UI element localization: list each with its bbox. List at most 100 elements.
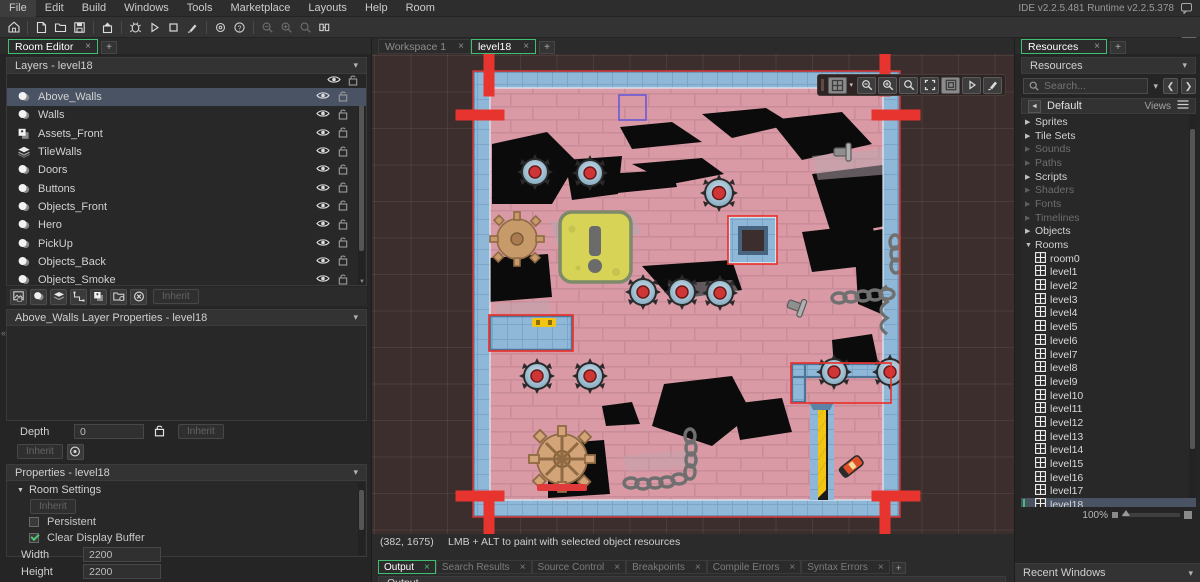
- lock-icon[interactable]: [338, 145, 348, 160]
- home-icon[interactable]: [5, 19, 22, 36]
- close-icon[interactable]: ×: [458, 41, 464, 52]
- chevron-right-icon[interactable]: ▶: [1025, 118, 1035, 126]
- zoom-out-icon[interactable]: [259, 19, 276, 36]
- tree-node-rooms[interactable]: ▼ Rooms: [1021, 238, 1196, 252]
- resource-view-selector[interactable]: ◄ Default Views: [1021, 98, 1196, 114]
- chevron-right-icon[interactable]: ▶: [1025, 132, 1035, 140]
- resource-room-level6[interactable]: level6: [1021, 333, 1196, 348]
- eye-icon[interactable]: [316, 219, 330, 231]
- eye-icon[interactable]: [316, 128, 330, 140]
- add-tile-layer-icon[interactable]: [50, 288, 67, 305]
- play-icon[interactable]: [146, 19, 163, 36]
- search-input[interactable]: [1044, 80, 1140, 92]
- tree-node-tile-sets[interactable]: ▶ Tile Sets: [1021, 129, 1196, 143]
- eye-icon[interactable]: [316, 256, 330, 268]
- eye-icon[interactable]: [327, 75, 341, 87]
- open-folder-icon[interactable]: [52, 19, 69, 36]
- chevron-right-icon[interactable]: ▶: [1025, 145, 1035, 153]
- resource-room-level1[interactable]: level1: [1021, 265, 1196, 280]
- chevron-down-icon[interactable]: ▾: [849, 81, 853, 89]
- resource-room-level9[interactable]: level9: [1021, 374, 1196, 389]
- menu-item-build[interactable]: Build: [73, 0, 115, 17]
- resource-room-level3[interactable]: level3: [1021, 292, 1196, 307]
- add-folder-icon[interactable]: [110, 288, 127, 305]
- chevron-right-icon[interactable]: ▶: [1025, 200, 1035, 208]
- chevron-right-icon[interactable]: ▶: [1025, 159, 1035, 167]
- tab-resources[interactable]: Resources ×: [1021, 39, 1107, 54]
- fullscreen-icon[interactable]: [920, 76, 939, 94]
- depth-input[interactable]: 0: [74, 424, 144, 439]
- add-background-layer-icon[interactable]: [10, 288, 27, 305]
- room-settings-group[interactable]: ▼ Room Settings: [7, 481, 366, 496]
- close-icon[interactable]: ×: [695, 562, 701, 573]
- resource-room-level7[interactable]: level7: [1021, 347, 1196, 362]
- close-icon[interactable]: ×: [85, 41, 91, 52]
- chevron-down-icon[interactable]: ▾: [1153, 81, 1158, 92]
- zoom-slider-knob[interactable]: [1122, 510, 1130, 516]
- resource-room-level11[interactable]: level11: [1021, 402, 1196, 416]
- grid-icon[interactable]: [828, 76, 848, 94]
- menu-item-windows[interactable]: Windows: [115, 0, 178, 17]
- tab-breakpoints[interactable]: Breakpoints ×: [626, 560, 707, 574]
- tab-output[interactable]: Output ×: [378, 560, 436, 574]
- save-all-icon[interactable]: [99, 19, 116, 36]
- room-settings-inherit-button[interactable]: Inherit: [30, 499, 76, 514]
- layer-properties-header[interactable]: Above_Walls Layer Properties - level18 ▾: [6, 309, 367, 326]
- menu-item-room[interactable]: Room: [397, 0, 444, 17]
- menu-item-layouts[interactable]: Layouts: [299, 0, 356, 17]
- layer-inherit-button[interactable]: Inherit: [153, 289, 199, 304]
- resource-room-level5[interactable]: level5: [1021, 320, 1196, 334]
- close-icon[interactable]: ×: [614, 562, 620, 573]
- tree-node-timelines[interactable]: ▶ Timelines: [1021, 211, 1196, 225]
- tab-room-editor[interactable]: Room Editor ×: [8, 39, 98, 54]
- clear-buffer-row[interactable]: Clear Display Buffer: [7, 530, 366, 546]
- resource-room-level4[interactable]: level4: [1021, 306, 1196, 321]
- new-file-icon[interactable]: [33, 19, 50, 36]
- layer-row-objects_back[interactable]: Objects_Back: [7, 253, 366, 271]
- chevron-down-icon[interactable]: ▾: [353, 312, 358, 323]
- depth-inherit-button[interactable]: Inherit: [178, 424, 224, 439]
- eye-icon[interactable]: [316, 183, 330, 195]
- persistent-row[interactable]: Persistent: [7, 514, 366, 530]
- tree-node-sprites[interactable]: ▶ Sprites: [1021, 115, 1196, 129]
- lock-icon[interactable]: [338, 199, 348, 214]
- layer-row-walls[interactable]: Walls: [7, 106, 366, 124]
- room-settings-scrollbar[interactable]: [358, 482, 365, 555]
- tab-level18[interactable]: level18 ×: [470, 39, 537, 54]
- close-icon[interactable]: ×: [789, 562, 795, 573]
- tree-node-objects[interactable]: ▶ Objects: [1021, 225, 1196, 239]
- eye-icon[interactable]: [316, 164, 330, 176]
- tree-node-scripts[interactable]: ▶ Scripts: [1021, 170, 1196, 184]
- view-prev-icon[interactable]: ◄: [1028, 99, 1041, 113]
- zoom-out-icon[interactable]: [857, 76, 876, 94]
- width-input[interactable]: 2200: [83, 547, 161, 562]
- zoom-in-icon[interactable]: [278, 19, 295, 36]
- tab-compile-errors[interactable]: Compile Errors ×: [706, 560, 802, 574]
- chevron-right-icon[interactable]: ▶: [1025, 186, 1035, 194]
- nav-back-button[interactable]: ❮: [1163, 78, 1178, 94]
- chevron-right-icon[interactable]: ▶: [1025, 173, 1035, 181]
- tree-node-sounds[interactable]: ▶ Sounds: [1021, 142, 1196, 156]
- resource-room-level14[interactable]: level14: [1021, 443, 1196, 458]
- add-workspace-button[interactable]: +: [539, 41, 556, 54]
- menu-item-edit[interactable]: Edit: [36, 0, 73, 17]
- layer-row-objects_front[interactable]: Objects_Front: [7, 198, 366, 216]
- add-tab-button[interactable]: +: [1110, 41, 1126, 54]
- clear-display-buffer-checkbox[interactable]: [29, 533, 39, 543]
- chevron-down-icon[interactable]: ▼: [1025, 242, 1035, 249]
- zoom-slider[interactable]: [1122, 510, 1180, 517]
- chevron-down-icon[interactable]: ▾: [1182, 60, 1187, 71]
- room-bounds-icon[interactable]: [941, 76, 960, 94]
- menu-item-marketplace[interactable]: Marketplace: [221, 0, 299, 17]
- toolbar-grip[interactable]: [821, 79, 825, 91]
- properties-header[interactable]: Properties - level18 ▾: [6, 464, 367, 481]
- chevron-right-icon[interactable]: ▶: [1025, 214, 1035, 222]
- zoom-reset-icon[interactable]: [297, 19, 314, 36]
- layer-row-objects_smoke[interactable]: Objects_Smoke: [7, 271, 366, 285]
- resource-room-level12[interactable]: level12: [1021, 416, 1196, 430]
- resource-room-level15[interactable]: level15: [1021, 457, 1196, 471]
- layout-icon[interactable]: [316, 19, 333, 36]
- collapse-panel-icon[interactable]: «: [1, 328, 6, 338]
- tab-search-results[interactable]: Search Results ×: [435, 560, 532, 574]
- layers-header[interactable]: Layers - level18 ▾: [6, 57, 367, 74]
